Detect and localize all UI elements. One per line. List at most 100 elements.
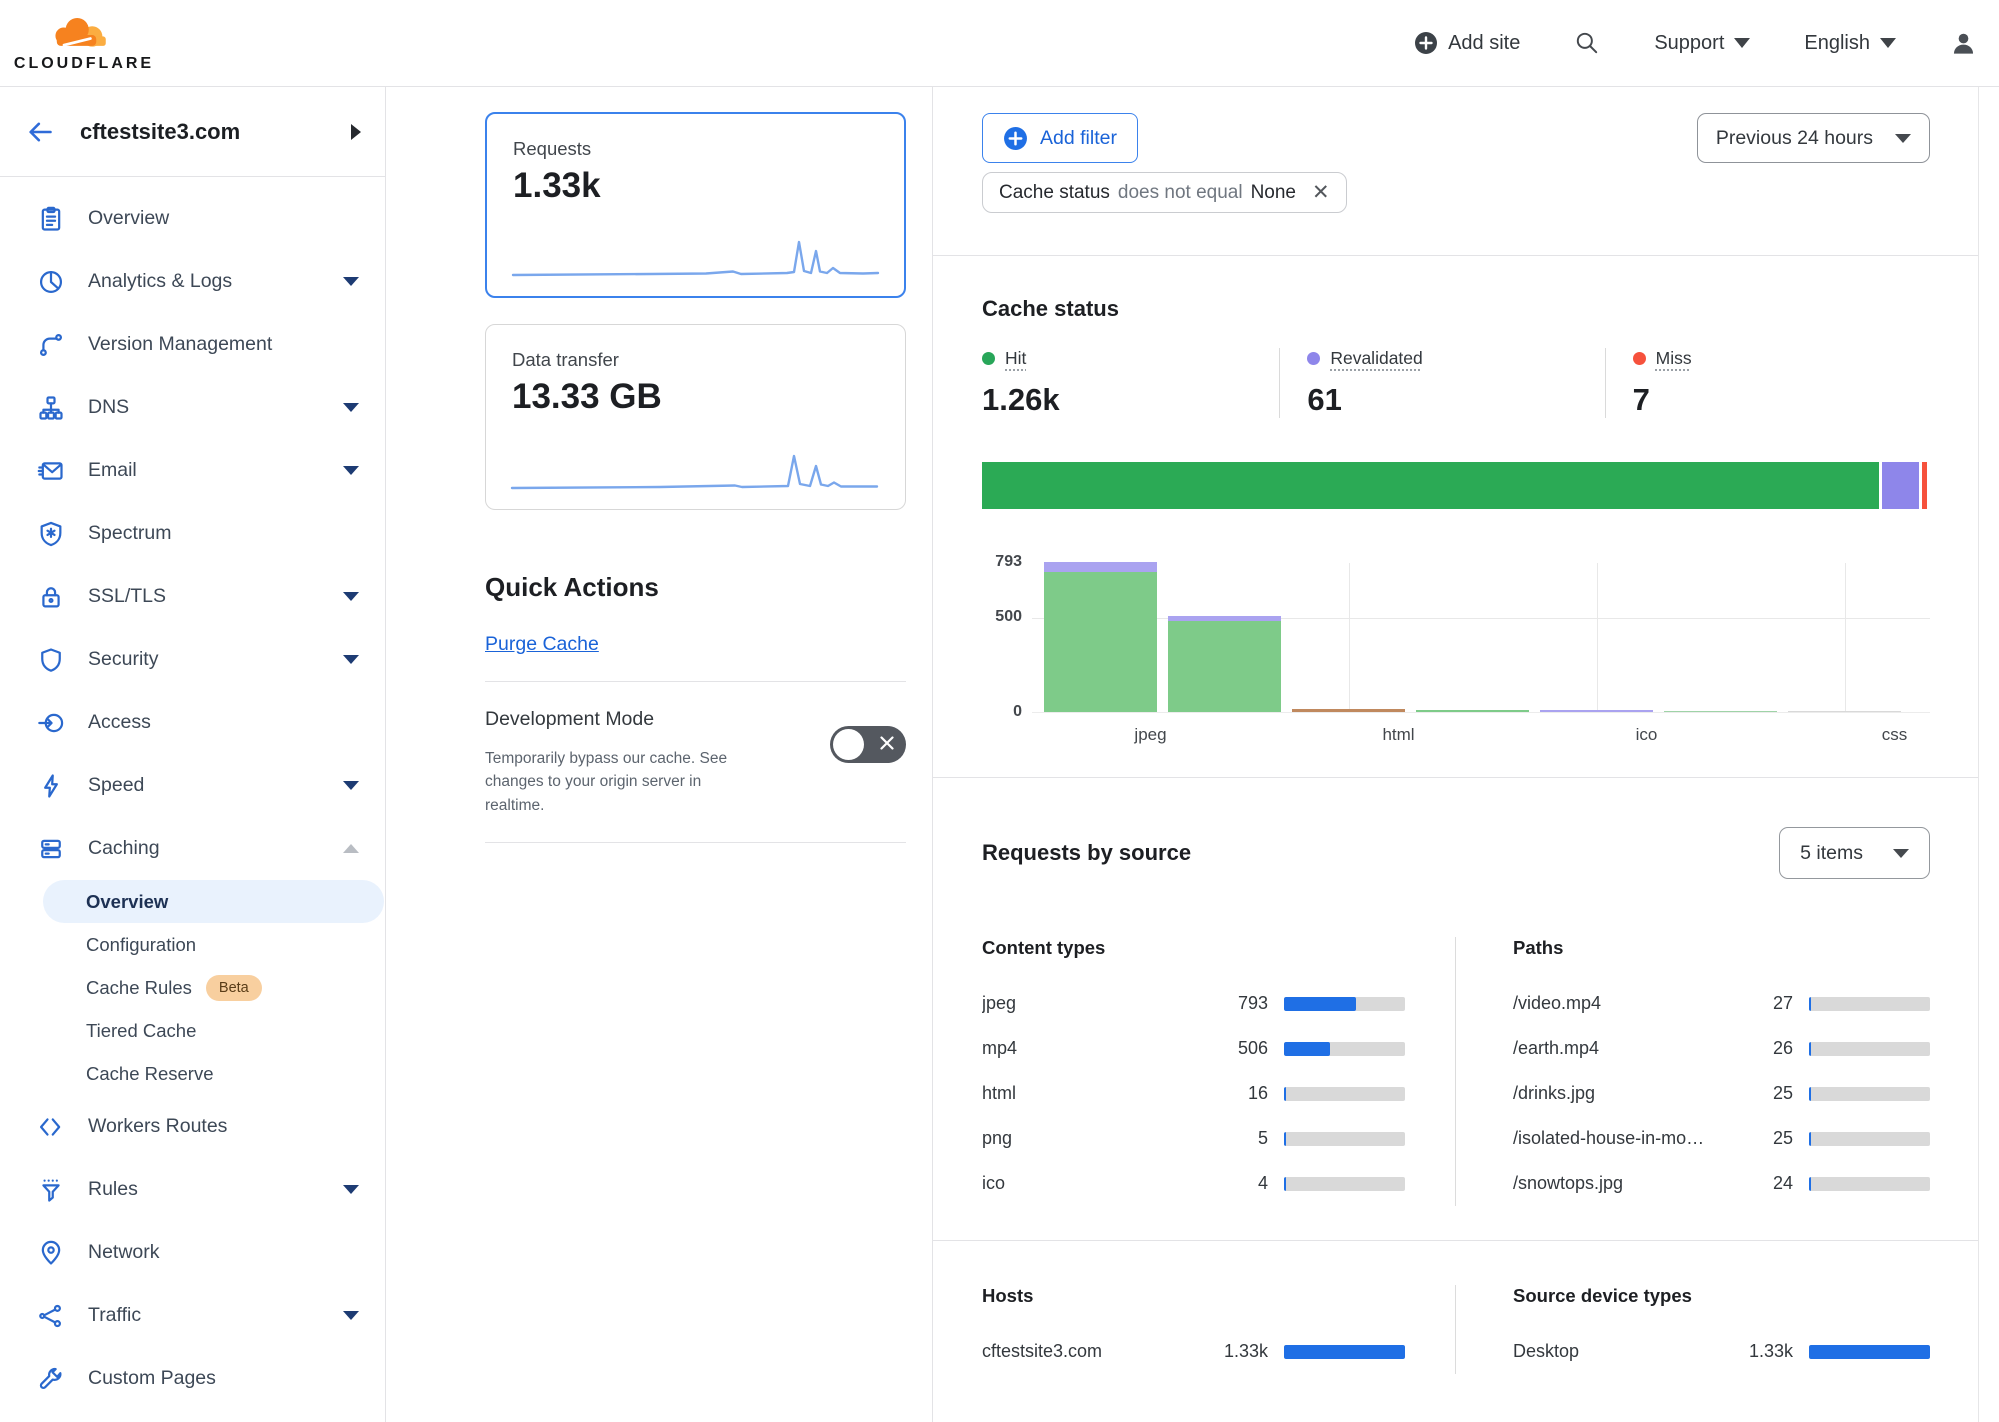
back-arrow-icon[interactable] — [26, 118, 54, 146]
filter-chip[interactable]: Cache status does not equal None ✕ — [982, 172, 1347, 213]
login-arrow-icon — [37, 709, 65, 737]
toggle-knob — [833, 729, 864, 760]
chevron-down-icon — [343, 592, 359, 601]
sidebar-item-analytics-logs[interactable]: Analytics & Logs — [0, 250, 385, 313]
row-bar-fill — [1809, 1132, 1811, 1146]
data-transfer-sparkline — [510, 449, 879, 493]
row-bar-fill — [1284, 1132, 1286, 1146]
add-site-button[interactable]: Add site — [1414, 31, 1520, 55]
sidebar-item-email[interactable]: Email — [0, 439, 385, 502]
row-value: 4 — [1196, 1173, 1268, 1194]
stat-legend[interactable]: Revalidated — [1307, 348, 1604, 369]
requests-by-source-header: Requests by source 5 items — [982, 827, 1930, 879]
row-value: 793 — [1196, 993, 1268, 1014]
development-mode-toggle[interactable] — [830, 726, 906, 763]
cache-status-stat-hit: Hit1.26k — [982, 348, 1279, 418]
sidebar-item-label: Custom Pages — [88, 1367, 216, 1390]
row-label: cftestsite3.com — [982, 1341, 1196, 1362]
language-menu[interactable]: English — [1804, 32, 1896, 55]
search-icon[interactable] — [1574, 30, 1600, 56]
bar-segment — [1168, 621, 1281, 712]
table-heading: Paths — [1513, 937, 1930, 959]
add-filter-button[interactable]: Add filter — [982, 113, 1138, 163]
sidebar-item-label: Security — [88, 648, 158, 671]
row-bar-fill — [1284, 1042, 1330, 1056]
row-bar-fill — [1284, 1087, 1286, 1101]
sidebar-item-traffic[interactable]: Traffic — [0, 1284, 385, 1347]
row-bar-track — [1284, 997, 1405, 1011]
sidebar-item-ssl-tls[interactable]: SSL/TLS — [0, 565, 385, 628]
sidebar-item-workers-routes[interactable]: Workers Routes — [0, 1095, 385, 1158]
remove-filter-icon[interactable]: ✕ — [1312, 182, 1330, 203]
sidebar-subitem-label: Cache Reserve — [86, 1063, 214, 1085]
sidebar-item-version-management[interactable]: Version Management — [0, 313, 385, 376]
table-row: png5 — [982, 1116, 1405, 1161]
cache-status-bar-chart: 7935000 jpeghtmlicocss — [982, 563, 1930, 755]
stat-legend[interactable]: Miss — [1633, 348, 1930, 369]
row-value: 24 — [1721, 1173, 1793, 1194]
sidebar-item-access[interactable]: Access — [0, 691, 385, 754]
table-row: cftestsite3.com1.33k — [982, 1329, 1405, 1374]
sidebar-item-custom-pages[interactable]: Custom Pages — [0, 1347, 385, 1410]
sidebar-item-label: Email — [88, 459, 137, 482]
sidebar-item-speed[interactable]: Speed — [0, 754, 385, 817]
sidebar-subitem-tiered-cache[interactable]: Tiered Cache — [43, 1009, 384, 1052]
items-count-select[interactable]: 5 items — [1779, 827, 1930, 879]
bar-html — [1292, 709, 1405, 712]
x-axis-tick: jpeg — [1134, 725, 1166, 745]
table-row: /snowtops.jpg24 — [1513, 1161, 1930, 1206]
sidebar-item-rules[interactable]: Rules — [0, 1158, 385, 1221]
cloudflare-logo[interactable]: CLOUDFLARE — [20, 13, 148, 73]
requests-sparkline — [511, 236, 880, 280]
sidebar-subitem-label: Tiered Cache — [86, 1020, 196, 1042]
bar-segment — [1788, 711, 1901, 712]
sidebar: cftestsite3.com OverviewAnalytics & Logs… — [0, 87, 386, 1422]
table-heading: Content types — [982, 937, 1405, 959]
row-bar-fill — [1284, 997, 1356, 1011]
sidebar-subitem-cache-rules[interactable]: Cache RulesBeta — [43, 966, 384, 1009]
time-range-select[interactable]: Previous 24 hours — [1697, 113, 1930, 163]
row-value: 26 — [1721, 1038, 1793, 1059]
purge-cache-link[interactable]: Purge Cache — [485, 633, 599, 656]
chevron-right-icon[interactable] — [351, 124, 361, 140]
row-bar-track — [1809, 1345, 1930, 1359]
sidebar-item-overview[interactable]: Overview — [0, 187, 385, 250]
stacked-bar-segment-revalidated — [1882, 462, 1919, 509]
y-axis-tick: 793 — [995, 553, 1022, 571]
summary-column: Requests 1.33k Data transfer 13.33 GB Qu… — [386, 87, 933, 1422]
x-axis-tick: css — [1882, 725, 1908, 745]
section-divider — [933, 777, 1978, 778]
sidebar-subitem-overview[interactable]: Overview — [43, 880, 384, 923]
row-label: /video.mp4 — [1513, 993, 1721, 1014]
requests-metric-card[interactable]: Requests 1.33k — [485, 112, 906, 298]
stacked-bar-segment-hit — [982, 462, 1879, 509]
sidebar-item-label: Network — [88, 1241, 160, 1264]
row-bar-track — [1284, 1177, 1405, 1191]
stat-legend[interactable]: Hit — [982, 348, 1279, 369]
paths-table: Paths/video.mp427/earth.mp426/drinks.jpg… — [1455, 937, 1930, 1206]
site-header: cftestsite3.com — [0, 87, 385, 177]
row-bar-fill — [1809, 1345, 1930, 1359]
data-transfer-metric-card[interactable]: Data transfer 13.33 GB — [485, 324, 906, 510]
chevron-down-icon — [1895, 134, 1911, 143]
chevron-down-icon — [343, 277, 359, 286]
hierarchy-icon — [37, 394, 65, 422]
sidebar-item-caching[interactable]: Caching — [0, 817, 385, 880]
filter-value: None — [1251, 182, 1296, 204]
top-header: CLOUDFLARE Add site Support English — [0, 0, 1999, 87]
sidebar-item-spectrum[interactable]: Spectrum — [0, 502, 385, 565]
row-bar-track — [1284, 1132, 1405, 1146]
sidebar-subitem-cache-reserve[interactable]: Cache Reserve — [43, 1052, 384, 1095]
bar-segment — [1044, 562, 1157, 572]
chevron-down-icon — [343, 466, 359, 475]
chevron-down-icon — [343, 403, 359, 412]
chevron-down-icon — [343, 781, 359, 790]
sidebar-item-security[interactable]: Security — [0, 628, 385, 691]
sidebar-item-dns[interactable]: DNS — [0, 376, 385, 439]
sidebar-subitem-configuration[interactable]: Configuration — [43, 923, 384, 966]
development-mode-text: Development Mode Temporarily bypass our … — [485, 708, 743, 817]
user-avatar-icon[interactable] — [1950, 30, 1977, 57]
clipboard-icon — [37, 205, 65, 233]
support-menu[interactable]: Support — [1654, 32, 1750, 55]
sidebar-item-network[interactable]: Network — [0, 1221, 385, 1284]
